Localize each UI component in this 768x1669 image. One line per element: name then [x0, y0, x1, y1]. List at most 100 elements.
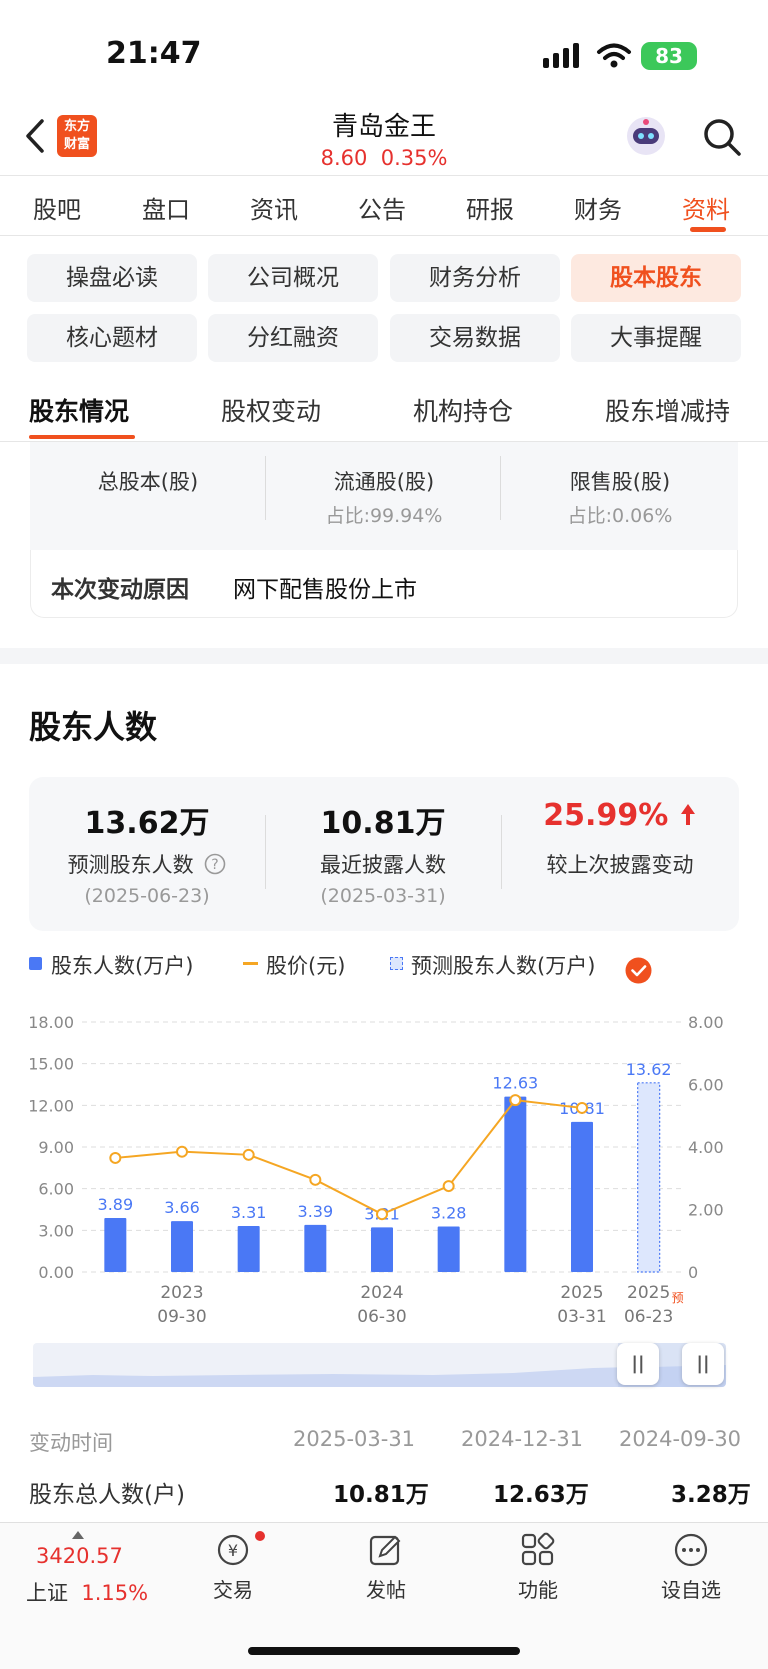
post-icon[interactable]: [368, 1532, 404, 1568]
index-name: 上证: [26, 1581, 68, 1605]
chip-dividends-financing[interactable]: 分红融资: [208, 314, 378, 362]
chip-capital-shareholders[interactable]: 股本股东: [571, 254, 741, 302]
table-cell: 12.63万: [493, 1482, 589, 1508]
tab-research[interactable]: 研报: [466, 190, 514, 225]
legend-line-swatch: [243, 962, 258, 965]
subtab-holding-changes[interactable]: 股东增减持: [605, 392, 730, 428]
x-axis-tick: 03-31: [557, 1307, 606, 1327]
price-point: [509, 1094, 522, 1107]
subtab-institutions[interactable]: 机构持仓: [413, 392, 513, 428]
y2-axis-tick: 4.00: [688, 1138, 724, 1157]
chip-trading-data[interactable]: 交易数据: [390, 314, 560, 362]
chart-bar: [437, 1226, 460, 1272]
bar-value-label: 12.63: [492, 1074, 538, 1093]
x-axis-tick: 2024: [360, 1283, 403, 1303]
y-axis-tick: 0.00: [38, 1263, 74, 1282]
check-icon[interactable]: [625, 957, 652, 984]
tab-news[interactable]: 资讯: [250, 190, 298, 225]
bar-value-label: 3.66: [164, 1198, 200, 1217]
holders-change-value: 25.99%: [501, 798, 739, 833]
nav-post[interactable]: 发帖: [331, 1574, 441, 1603]
price-point: [176, 1145, 188, 1158]
legend-bar-swatch: [29, 957, 42, 970]
chip-company-overview[interactable]: 公司概况: [208, 254, 378, 302]
price-point: [309, 1173, 322, 1186]
restricted-shares-label: 限售股(股): [569, 470, 671, 494]
chart-bar: [371, 1227, 393, 1272]
wifi-icon: [597, 43, 631, 68]
predicted-value-label: 13.62: [626, 1060, 672, 1079]
x-axis-tick: 2025: [627, 1283, 670, 1303]
y-axis-tick: 9.00: [38, 1138, 74, 1157]
tab-active-indicator: [690, 227, 726, 232]
legend-predicted-swatch: [390, 957, 403, 970]
chip-core-themes[interactable]: 核心题材: [27, 314, 197, 362]
chart-bar: [104, 1217, 127, 1272]
index-quote[interactable]: 上证 1.15%: [26, 1577, 148, 1607]
nav-add-watchlist[interactable]: 设自选: [636, 1574, 746, 1603]
predicted-holders-label: 预测股东人数 ?: [29, 849, 265, 879]
section-title: 股东人数: [29, 708, 158, 746]
search-icon[interactable]: [702, 117, 742, 157]
y2-axis-tick: 2.00: [688, 1201, 724, 1220]
y2-axis-tick: 0: [688, 1263, 698, 1282]
chart-bar: [304, 1224, 327, 1272]
table-header-date: 2024-09-30: [619, 1427, 742, 1451]
tab-announcements[interactable]: 公告: [358, 190, 406, 225]
y-axis-tick: 15.00: [28, 1055, 74, 1074]
subtab-shareholders[interactable]: 股东情况: [29, 392, 129, 428]
x-axis-tick: 2025: [560, 1283, 603, 1303]
bar-value-label: 3.31: [231, 1203, 267, 1222]
tab-finance[interactable]: 财务: [574, 190, 622, 225]
y-axis-tick: 3.00: [38, 1221, 74, 1240]
nav-functions[interactable]: 功能: [483, 1574, 593, 1603]
nav-trade[interactable]: 交易: [178, 1574, 288, 1603]
chart-bar: [571, 1121, 593, 1272]
chip-major-events[interactable]: 大事提醒: [571, 314, 741, 362]
restricted-shares-ratio: 占比:0.06%: [567, 505, 673, 527]
recent-holders-date: (2025-03-31): [320, 885, 446, 907]
section-gap: [0, 648, 768, 664]
tab-pankou[interactable]: 盘口: [142, 190, 190, 225]
help-icon[interactable]: ?: [204, 853, 226, 875]
x-axis-tick: 2023: [160, 1283, 203, 1303]
recent-holders-value: 10.81万: [320, 806, 446, 841]
battery-indicator: 83: [641, 42, 697, 70]
legend-predicted[interactable]: 预测股东人数(万户): [411, 950, 595, 980]
bar-value-label: 3.89: [98, 1195, 134, 1214]
price-point: [442, 1180, 455, 1193]
float-shares-label: 流通股(股): [333, 470, 435, 494]
subtab-active-indicator: [29, 435, 135, 439]
float-shares-ratio: 占比:99.94%: [325, 505, 443, 527]
home-indicator: [248, 1647, 520, 1655]
subtab-equity-changes[interactable]: 股权变动: [221, 392, 321, 428]
more-icon[interactable]: [673, 1532, 709, 1568]
price-point: [242, 1148, 255, 1161]
share-structure-card: 总股本(股) 流通股(股) 占比:99.94% 限售股(股) 占比:0.06% …: [30, 442, 738, 618]
y-axis-tick: 6.00: [38, 1180, 74, 1199]
index-value[interactable]: 3420.57: [36, 1544, 123, 1568]
y-axis-tick: 18.00: [28, 1013, 74, 1032]
predicted-marker: 预: [672, 1291, 684, 1305]
legend-holders[interactable]: 股东人数(万户): [51, 950, 193, 980]
range-handle-right[interactable]: ||: [682, 1343, 724, 1385]
functions-icon[interactable]: [520, 1532, 556, 1568]
legend-price[interactable]: 股价(元): [266, 950, 345, 980]
range-handle-left[interactable]: ||: [617, 1343, 659, 1385]
chart-bar: [504, 1096, 527, 1272]
table-row-label: 股东总人数(户): [29, 1482, 185, 1508]
table-cell: 3.28万: [671, 1482, 751, 1508]
y2-axis-tick: 6.00: [688, 1076, 724, 1095]
trade-icon[interactable]: ¥: [213, 1532, 253, 1568]
tab-guba[interactable]: 股吧: [33, 190, 81, 225]
chip-financial-analysis[interactable]: 财务分析: [390, 254, 560, 302]
predicted-holders-date: (2025-06-23): [84, 885, 210, 907]
bar-value-label: 3.28: [431, 1203, 467, 1222]
stock-price: 8.60: [320, 146, 368, 170]
robot-assistant-icon[interactable]: [624, 114, 668, 158]
chip-trading-must-read[interactable]: 操盘必读: [27, 254, 197, 302]
bar-value-label: 3.39: [298, 1202, 334, 1221]
x-axis-tick: 09-30: [157, 1307, 206, 1327]
holders-change-label: 较上次披露变动: [546, 853, 694, 877]
tab-profile[interactable]: 资料: [682, 190, 730, 225]
